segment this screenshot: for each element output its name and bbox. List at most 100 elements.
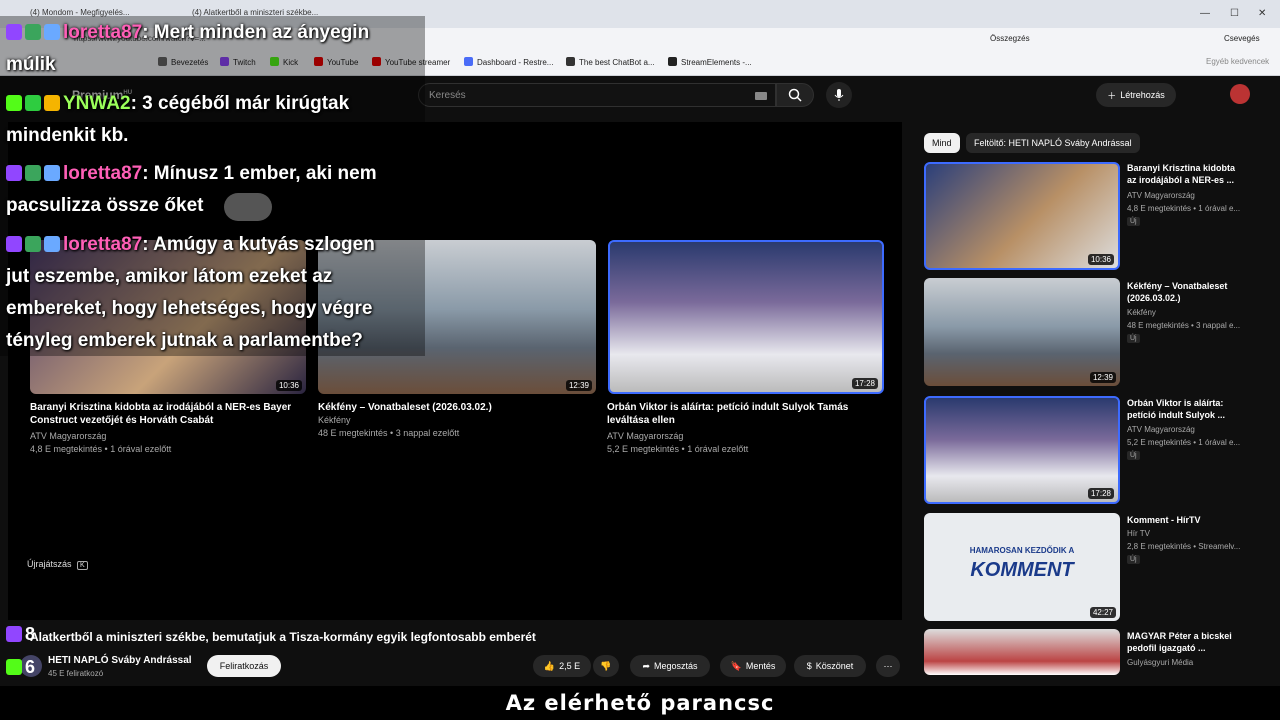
endscreen-info-1[interactable]: Baranyi Krisztina kidobta az irodájából … (30, 401, 310, 456)
emote-image (224, 193, 272, 221)
thumb-caption: HAMAROSAN KEZDŐDIK A (969, 546, 1075, 555)
recommended-thumb-4[interactable]: HAMAROSAN KEZDŐDIK A KOMMENT 42:27 (924, 513, 1120, 621)
more-icon: ⋯ (883, 660, 893, 671)
channel-name: ATV Magyarország (1127, 191, 1195, 200)
emote-icon (44, 236, 60, 252)
thanks-button[interactable]: $ Köszönet (794, 655, 866, 677)
recommended-thumb-3[interactable]: 17:28 (924, 396, 1120, 504)
subscribe-button[interactable]: Feliratkozás (207, 655, 281, 677)
emote-icon (44, 24, 60, 40)
chat-text: : Mínusz 1 ember, aki nem (142, 163, 377, 184)
recommended-title[interactable]: Orbán Viktor is aláírta: petíció indult … (1127, 397, 1247, 421)
video-title: Baranyi Krisztina kidobta az irodájából … (30, 402, 292, 426)
thumb-headline: KOMMENT (970, 559, 1074, 581)
dislike-button[interactable]: 👎 (593, 655, 619, 677)
recommended-title[interactable]: Kékfény – Vonatbaleset (2026.03.02.) (1127, 280, 1247, 304)
twitch-icon (6, 626, 22, 642)
emote-icon (44, 165, 60, 181)
video-meta: 48 E megtekintés • 3 nappal e... (1127, 321, 1241, 330)
keyboard-icon[interactable] (755, 92, 767, 100)
chip-all[interactable]: Mind (924, 133, 960, 153)
bookmark[interactable]: The best ChatBot a... (566, 57, 655, 67)
twitch-icon (6, 165, 22, 181)
channel-name: Hír TV (1127, 529, 1150, 538)
video-meta: 5,2 E megtekintés • 1 órával ezelőtt (607, 444, 749, 454)
duration-label: 12:39 (1089, 372, 1116, 383)
create-button[interactable]: ＋ Létrehozás (1096, 83, 1176, 107)
share-button[interactable]: ➦ Megosztás (630, 655, 710, 677)
duration-label: 17:28 (1087, 488, 1114, 499)
video-meta: 5,2 E megtekintés • 1 órával e... (1127, 438, 1241, 447)
new-badge: Új (1127, 451, 1140, 460)
chat-text-continuation: múlik (6, 54, 56, 75)
save-button[interactable]: 🔖 Mentés (720, 655, 786, 677)
kick-viewer-count: 6 (6, 657, 35, 678)
recommended-thumb-5[interactable] (924, 629, 1120, 675)
avatar[interactable] (1230, 84, 1250, 104)
endscreen-info-2[interactable]: Kékfény – Vonatbaleset (2026.03.02.) Kék… (318, 401, 598, 440)
microphone-icon (834, 89, 844, 101)
voice-search-button[interactable] (826, 82, 852, 108)
chat-message: loretta87: Mínusz 1 ember, aki nem (6, 158, 377, 190)
verified-icon (25, 236, 41, 252)
chat-text: : 3 cégéből már kirúgtak (130, 93, 350, 114)
chat-message: loretta87: Amúgy a kutyás szlogen (6, 229, 375, 261)
crown-icon (44, 95, 60, 111)
caption-bar: Az elérhető parancsc (0, 686, 1280, 720)
verified-icon (25, 24, 41, 40)
minimize-icon[interactable]: — (1200, 8, 1210, 19)
duration-label: 12:39 (565, 380, 592, 391)
chat-text-continuation: jut eszembe, amikor látom ezeket az (6, 266, 333, 287)
chat-username: loretta87 (63, 163, 143, 184)
kick-icon (6, 659, 22, 675)
video-meta: 4,8 E megtekintés • 1 órával e... (1127, 204, 1241, 213)
recommended-thumb-2[interactable]: 12:39 (924, 278, 1120, 386)
like-button[interactable]: 👍 2,5 E (533, 655, 591, 677)
duration-label: 10:36 (275, 380, 302, 391)
chip-uploader[interactable]: Feltöltő: HETI NAPLÓ Sváby Andrással (966, 133, 1140, 153)
search-button[interactable] (776, 83, 814, 107)
subscriber-count: 45 E feliratkozó (48, 669, 104, 678)
summary-button[interactable]: Összegzés (990, 34, 1030, 43)
recommended-title[interactable]: Baranyi Krisztina kidobta az irodájából … (1127, 162, 1247, 186)
endscreen-video-3[interactable]: 17:28 (608, 240, 884, 394)
thumbs-down-icon: 👎 (600, 660, 612, 671)
recommended-title[interactable]: Komment - HírTV (1127, 514, 1247, 526)
duration-label: 10:36 (1087, 254, 1114, 265)
video-title: Alatkertből a miniszteri székbe, bemutat… (30, 630, 536, 644)
replay-button[interactable]: Újrajátszás K (27, 559, 88, 570)
chat-username: loretta87 (63, 22, 143, 43)
chat-button[interactable]: Csevegés (1224, 34, 1260, 43)
channel-name[interactable]: HETI NAPLÓ Sváby Andrással (48, 655, 192, 666)
video-meta: 2,8 E megtekintés • Streamelv... (1127, 542, 1241, 551)
thumbs-up-icon: 👍 (543, 660, 556, 671)
recommended-title[interactable]: MAGYAR Péter a bicskei pedofil igazgató … (1127, 630, 1247, 654)
video-meta: 48 E megtekintés • 3 nappal ezelőtt (318, 428, 460, 438)
more-button[interactable]: ⋯ (876, 655, 900, 677)
close-icon[interactable]: ✕ (1258, 8, 1266, 19)
channel-name: Kékfény (318, 415, 351, 425)
chat-text: : Mert minden az ányegin (142, 22, 370, 43)
other-favorites[interactable]: Egyéb kedvencek (1206, 57, 1269, 66)
twitch-icon (6, 236, 22, 252)
bookmark[interactable]: Dashboard - Restre... (464, 57, 553, 67)
channel-name: Kékfény (1127, 308, 1156, 317)
share-icon: ➦ (642, 660, 650, 671)
channel-name: ATV Magyarország (1127, 425, 1195, 434)
channel-name: Gulyásgyuri Média (1127, 658, 1194, 667)
chat-text-continuation: mindenkit kb. (6, 125, 129, 146)
recommended-thumb-1[interactable]: 10:36 (924, 162, 1120, 270)
bookmark[interactable]: StreamElements -... (668, 57, 752, 67)
search-icon (788, 88, 802, 102)
plus-badge-icon (25, 95, 41, 111)
endscreen-info-3[interactable]: Orbán Viktor is aláírta: petíció indult … (607, 401, 887, 456)
chat-text: : Amúgy a kutyás szlogen (142, 234, 375, 255)
video-title: Kékfény – Vonatbaleset (2026.03.02.) (318, 402, 492, 413)
duration-label: 17:28 (851, 378, 878, 389)
plus-icon: ＋ (1107, 90, 1117, 101)
twitch-icon (6, 24, 22, 40)
search-input[interactable]: Keresés (418, 83, 776, 107)
maximize-icon[interactable]: ☐ (1230, 8, 1239, 19)
chat-message: YNWA2: 3 cégéből már kirúgtak (6, 88, 349, 120)
caption-text: Az elérhető parancsc (505, 691, 775, 715)
